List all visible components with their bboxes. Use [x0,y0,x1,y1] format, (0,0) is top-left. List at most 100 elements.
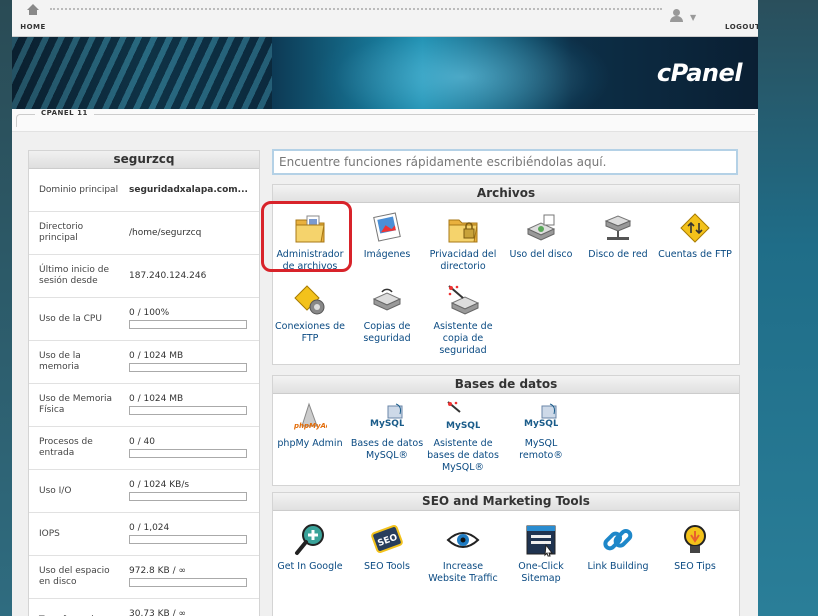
directory-privacy-icon [446,211,480,245]
shortcut-label: Asistente de bases de datos MySQL® [427,438,499,473]
shortcut-backup-wizard[interactable]: Asistente de copia de seguridad [424,283,502,357]
svg-text:phpMyAdmin: phpMyAdmin [293,422,327,430]
stat-row: Transferencia 30.73 KB / ∞ [29,599,259,616]
shortcut-mysql-databases[interactable]: MySQL Bases de datos MySQL® [348,400,426,462]
stat-label: Uso I/O [39,485,72,496]
banner-glow-graphic [312,37,612,109]
shortcut-disk-usage[interactable]: Uso del disco [502,211,580,261]
shortcut-label: phpMy Admin [277,438,343,449]
shortcut-seo-tools[interactable]: SEO SEO Tools [348,523,426,573]
seo-section-title: SEO and Marketing Tools [273,493,739,511]
sitemap-icon [524,523,558,557]
databases-section-title: Bases de datos [273,376,739,394]
top-dotted-divider [50,8,662,10]
shortcut-ftp-accounts[interactable]: Cuentas de FTP [656,211,734,261]
stat-value: 0 / 1024 KB/s [129,480,190,490]
images-icon [370,211,404,245]
shortcut-website-traffic[interactable]: Increase Website Traffic [424,523,502,585]
shortcut-network-disk[interactable]: Disco de red [579,211,657,261]
mysql-wizard-icon: MySQL [446,400,481,434]
shortcut-images[interactable]: Imágenes [348,211,426,261]
shortcut-label: Disco de red [588,249,648,260]
shortcut-label: Uso del disco [509,249,573,260]
usage-progress-bar [129,535,247,544]
usage-progress-bar [129,406,247,415]
shortcut-label: Increase Website Traffic [428,561,498,584]
shortcut-label: Link Building [587,561,649,572]
shortcut-ftp-connections[interactable]: Conexiones de FTP [271,283,349,345]
stat-label: Transferencia [39,599,119,616]
chevron-down-icon[interactable]: ▼ [690,13,696,22]
backups-icon [370,283,404,317]
shortcut-label: Asistente de copia de seguridad [433,321,493,356]
usage-progress-bar [129,363,247,372]
usage-progress-bar [129,578,247,587]
usage-progress-bar [129,492,247,501]
network-disk-icon [601,211,635,245]
stat-row: Uso de la memoria 0 / 1024 MB [29,341,259,384]
shortcut-label: Privacidad del directorio [429,249,497,272]
shortcut-phpmyadmin[interactable]: phpMyAdmin phpMy Admin [271,400,349,450]
shortcut-get-in-google[interactable]: Get In Google [271,523,349,573]
user-icon[interactable] [669,9,683,23]
stat-value: 0 / 100% [129,308,170,318]
stat-row: Dominio principal seguridadxalapa.com... [29,169,259,212]
stat-label: Directorio principal [39,222,84,243]
shortcut-seo-tips[interactable]: SEO Tips [656,523,734,573]
seo-tips-icon [678,523,712,557]
seo-section: SEO and Marketing Tools Get In Google SEO… [272,492,740,616]
stat-value: 0 / 40 [129,437,155,447]
banner-cables-graphic [12,37,272,109]
shortcut-label: One-Click Sitemap [518,561,564,584]
shortcut-backups[interactable]: Copias de seguridad [348,283,426,345]
ftp-connections-icon [293,283,327,317]
shortcut-label: Get In Google [277,561,343,572]
seo-tools-icon: SEO [370,523,404,557]
cpanel-logo: cPanel [656,59,743,87]
stat-row: Uso de Memoria Física 0 / 1024 MB [29,384,259,427]
stat-value: 0 / 1024 MB [129,351,184,361]
stat-label: Último inicio de sesión desde [39,265,110,286]
search-field[interactable] [272,149,738,175]
stat-value: 972.8 KB / ∞ [129,566,186,576]
shortcut-directory-privacy[interactable]: Privacidad del directorio [424,211,502,273]
home-button[interactable]: HOME [18,4,48,31]
stat-row: IOPS 0 / 1,024 [29,513,259,556]
top-bar: HOME ▼ LOGOUT [12,0,758,37]
home-label: HOME [20,23,46,31]
stat-row: Uso I/O 0 / 1024 KB/s [29,470,259,513]
phpmyadmin-icon: phpMyAdmin [293,400,345,434]
stat-row: Último inicio de sesión desde 187.240.124… [29,255,259,298]
stat-row: Uso del espacio en disco 972.8 KB / ∞ [29,556,259,599]
shortcut-sitemap[interactable]: One-Click Sitemap [502,523,580,585]
svg-text:MySQL: MySQL [446,421,480,431]
shortcut-remote-mysql[interactable]: MySQL MySQL remoto® [502,400,580,462]
backup-wizard-icon [446,283,480,317]
stat-label: Procesos de entrada [39,437,93,458]
stat-value: 0 / 1,024 [129,523,170,533]
shortcut-label: SEO Tools [364,561,410,572]
stat-row: Uso de la CPU 0 / 100% [29,298,259,341]
stat-row: Directorio principal/home/segurzcq [29,212,259,255]
remote-mysql-icon: MySQL [524,400,559,434]
main-content: segurzcq Dominio principal seguridadxalap… [12,132,758,616]
stat-value: 0 / 1024 MB [129,394,184,404]
logout-button[interactable]: LOGOUT [725,23,758,31]
account-username: segurzcq [29,151,259,169]
shortcut-link-building[interactable]: Link Building [579,523,657,573]
left-background [0,0,12,616]
shortcut-label: MySQL remoto® [519,438,563,461]
stat-value: 187.240.124.246 [129,271,207,281]
svg-text:MySQL: MySQL [370,419,404,429]
mysql-databases-icon: MySQL [370,400,405,434]
stat-value: 30.73 KB / ∞ [129,609,186,616]
stat-value: /home/segurzcq [129,228,202,238]
header-banner: cPanel [12,37,758,109]
stat-label: Uso de la CPU [39,313,102,324]
stat-row: Procesos de entrada 0 / 40 [29,427,259,470]
usage-progress-bar [129,449,247,458]
cpanel-window: HOME ▼ LOGOUT cPanel CPANEL 11 segurzcq … [12,0,758,616]
search-input[interactable] [274,151,736,173]
shortcut-mysql-wizard[interactable]: MySQL Asistente de bases de datos MySQL® [424,400,502,474]
home-icon-base [29,10,37,15]
